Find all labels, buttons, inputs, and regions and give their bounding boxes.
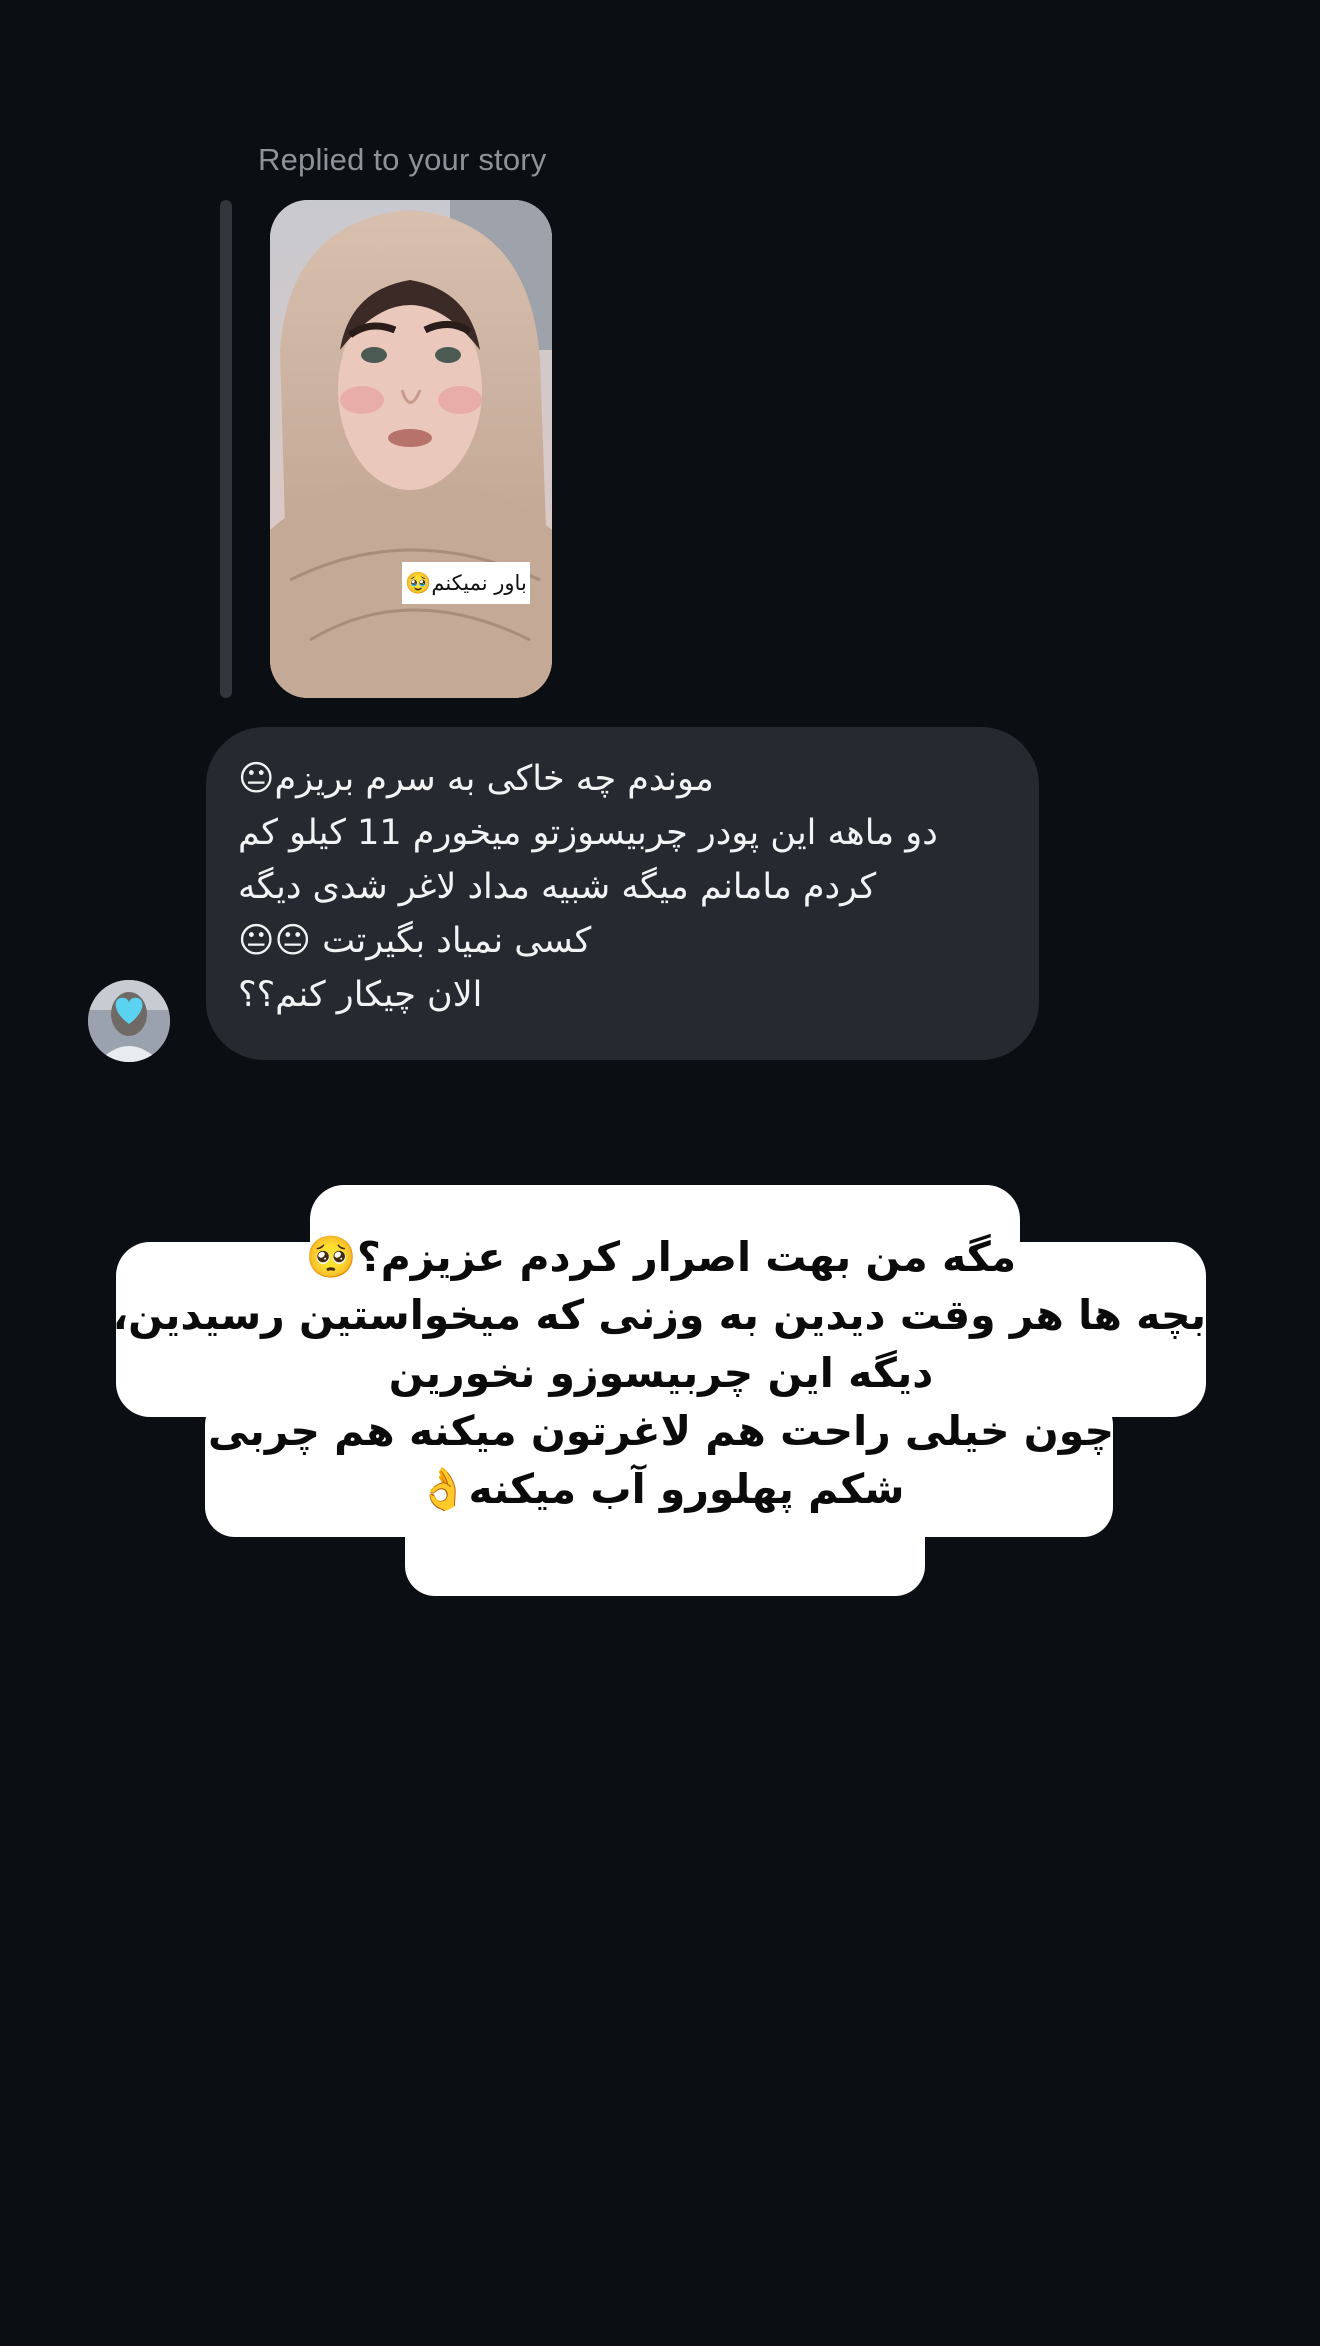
overlay-line: بچه ها هر وقت دیدین به وزنی که میخواستین… — [112, 1291, 1206, 1339]
overlay-line: چون خیلی راحت هم لاغرتون میکنه هم چربی — [207, 1407, 1115, 1455]
overlay-line: مگه من بهت اصرار کردم عزیزم؟🥺 — [305, 1233, 1017, 1281]
overlay-line: دیگه این چربیسوزو نخورین — [388, 1349, 934, 1397]
dm-thread: Replied to your story باور نمیکنم🥹 موندم… — [0, 0, 1320, 2346]
story-overlay-text: مگه من بهت اصرار کردم عزیزم؟🥺 بچه ها هر … — [112, 1228, 1206, 1518]
overlay-line: شکم پهلورو آب میکنه👌 — [417, 1465, 905, 1513]
